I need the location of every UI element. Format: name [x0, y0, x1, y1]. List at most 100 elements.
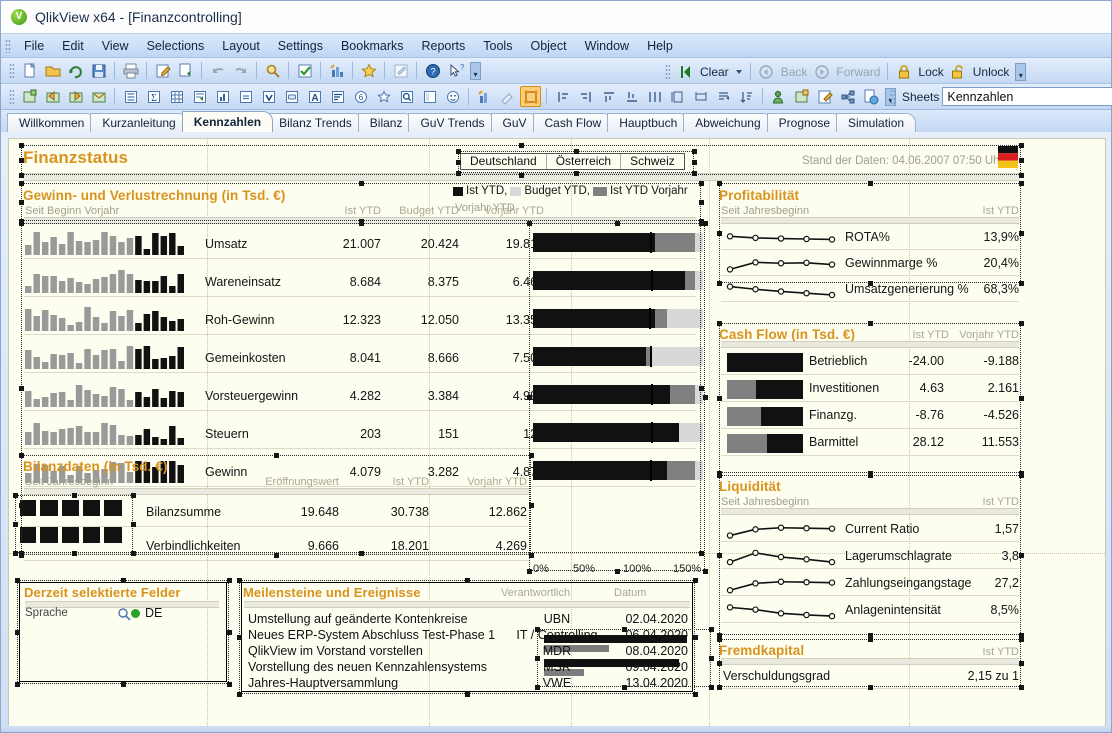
resize-handle[interactable] — [1019, 231, 1024, 236]
resize-handle[interactable] — [574, 171, 579, 176]
menu-bookmarks[interactable]: Bookmarks — [332, 36, 413, 56]
resize-handle[interactable] — [709, 627, 714, 632]
resize-handle[interactable] — [709, 656, 714, 661]
quick-chart-icon[interactable] — [326, 60, 347, 81]
resize-handle[interactable] — [15, 682, 20, 687]
menu-view[interactable]: View — [93, 36, 138, 56]
resize-handle[interactable] — [227, 682, 232, 687]
object-selection-outline[interactable] — [719, 323, 1021, 473]
expression-overview-icon[interactable] — [837, 86, 858, 107]
resize-handle[interactable] — [456, 149, 461, 154]
resize-handle[interactable] — [456, 160, 461, 165]
back-icon[interactable] — [756, 61, 777, 82]
resize-handle[interactable] — [868, 181, 873, 186]
lock-button-label[interactable]: Lock — [915, 65, 946, 79]
resize-handle[interactable] — [465, 578, 470, 583]
resize-handle[interactable] — [131, 551, 136, 556]
resize-handle[interactable] — [19, 173, 24, 178]
current-selections-icon[interactable] — [294, 60, 315, 81]
resize-handle[interactable] — [13, 493, 18, 498]
resize-handle[interactable] — [456, 171, 461, 176]
resize-handle[interactable] — [868, 685, 873, 690]
menu-selections[interactable]: Selections — [138, 36, 214, 56]
open-document-icon[interactable] — [42, 60, 63, 81]
resize-handle[interactable] — [1019, 321, 1024, 326]
edit-script-icon[interactable] — [152, 60, 173, 81]
custom-object-icon[interactable] — [442, 86, 463, 107]
tab-bilanz[interactable]: Bilanz — [357, 113, 415, 132]
resize-handle[interactable] — [121, 578, 126, 583]
align-right-icon[interactable] — [575, 86, 596, 107]
resize-handle[interactable] — [703, 221, 708, 226]
resize-handle[interactable] — [1019, 396, 1024, 401]
space-vertically-icon[interactable] — [667, 86, 688, 107]
resize-handle[interactable] — [1019, 553, 1024, 558]
resize-handle[interactable] — [227, 578, 232, 583]
resize-handle[interactable] — [1019, 473, 1024, 478]
resize-handle[interactable] — [615, 221, 620, 226]
resize-handle[interactable] — [131, 522, 136, 527]
sheets-grip-handle[interactable] — [890, 88, 895, 105]
tab-prognose[interactable]: Prognose — [766, 113, 843, 132]
resize-handle[interactable] — [717, 661, 722, 666]
resize-handle[interactable] — [535, 627, 540, 632]
redo-icon[interactable] — [230, 60, 251, 81]
forward-icon[interactable] — [811, 61, 832, 82]
resize-handle[interactable] — [1019, 158, 1024, 163]
nav-toolbar-grip-handle[interactable] — [665, 63, 670, 80]
sheet-properties-icon[interactable] — [88, 86, 109, 107]
resize-handle[interactable] — [227, 630, 232, 635]
resize-handle[interactable] — [274, 553, 279, 558]
resize-handle[interactable] — [1019, 637, 1024, 642]
menu-file[interactable]: File — [15, 36, 53, 56]
tab-cash-flow[interactable]: Cash Flow — [532, 113, 614, 132]
container-object-icon[interactable] — [419, 86, 440, 107]
resize-handle[interactable] — [699, 181, 704, 186]
resize-handle[interactable] — [527, 221, 532, 226]
resize-handle[interactable] — [1019, 181, 1024, 186]
tab-guv[interactable]: GuV — [490, 113, 539, 132]
print-icon[interactable] — [120, 60, 141, 81]
resize-handle[interactable] — [465, 692, 470, 697]
resize-handle[interactable] — [13, 522, 18, 527]
move-sheet-left-icon[interactable] — [42, 86, 63, 107]
resize-handle[interactable] — [868, 321, 873, 326]
resize-handle[interactable] — [717, 181, 722, 186]
search-object-icon[interactable] — [396, 86, 417, 107]
unlock-icon[interactable] — [948, 61, 969, 82]
resize-handle[interactable] — [519, 173, 524, 178]
current-selections-box-icon[interactable] — [258, 86, 279, 107]
resize-handle[interactable] — [699, 200, 704, 205]
menu-edit[interactable]: Edit — [53, 36, 93, 56]
resize-handle[interactable] — [527, 569, 532, 574]
resize-handle[interactable] — [19, 221, 24, 226]
object-selection-outline[interactable] — [458, 151, 694, 173]
back-button-label[interactable]: Back — [778, 65, 811, 79]
resize-handle[interactable] — [868, 637, 873, 642]
lock-icon[interactable] — [893, 61, 914, 82]
resize-handle[interactable] — [693, 692, 698, 697]
resize-handle[interactable] — [574, 149, 579, 154]
resize-handle[interactable] — [1019, 281, 1024, 286]
new-document-icon[interactable] — [19, 60, 40, 81]
resize-handle[interactable] — [717, 553, 722, 558]
reload-icon[interactable] — [65, 60, 86, 81]
tab-guv-trends[interactable]: GuV Trends — [408, 113, 497, 132]
context-help-cursor-icon[interactable]: ? — [445, 60, 466, 81]
table-box-icon[interactable] — [189, 86, 210, 107]
resize-handle[interactable] — [1019, 661, 1024, 666]
resize-handle[interactable] — [717, 396, 722, 401]
resize-handle[interactable] — [19, 181, 24, 186]
publish-to-web-icon[interactable] — [860, 86, 881, 107]
resize-handle[interactable] — [717, 231, 722, 236]
resize-handle[interactable] — [709, 685, 714, 690]
resize-handle[interactable] — [717, 321, 722, 326]
nav-toolbar-overflow-chevron-icon[interactable]: ▾ — [1015, 62, 1027, 81]
object-selection-outline[interactable] — [719, 639, 1021, 687]
resize-handle[interactable] — [703, 395, 708, 400]
annotate-icon[interactable] — [390, 60, 411, 81]
help-icon[interactable]: ? — [422, 60, 443, 81]
table-viewer-icon[interactable] — [175, 60, 196, 81]
edit-module-icon[interactable] — [814, 86, 835, 107]
resize-handle[interactable] — [692, 149, 697, 154]
